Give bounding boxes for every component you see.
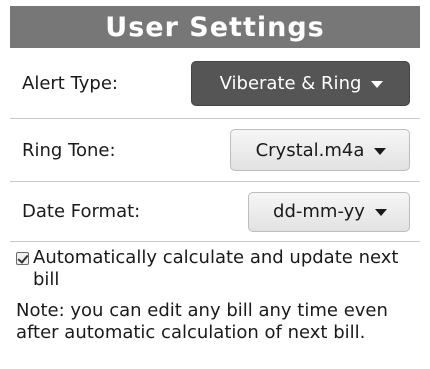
auto-calculate-label: Automatically calculate and update next …	[33, 247, 399, 290]
date-format-dropdown[interactable]: dd-mm-yy	[248, 191, 410, 232]
auto-calculate-checkbox[interactable]	[16, 252, 29, 265]
alert-type-dropdown[interactable]: Viberate & Ring	[191, 61, 410, 106]
alert-type-row: Alert Type: Viberate & Ring	[10, 49, 420, 118]
note-text: Note: you can edit any bill any time eve…	[16, 300, 388, 343]
ring-tone-dropdown[interactable]: Crystal.m4a	[230, 129, 410, 171]
date-format-label: Date Format:	[22, 201, 141, 222]
date-format-row: Date Format: dd-mm-yy	[10, 182, 420, 241]
date-format-value: dd-mm-yy	[273, 201, 365, 222]
page-title: User Settings	[105, 11, 325, 43]
alert-type-label: Alert Type:	[22, 73, 118, 94]
ring-tone-row: Ring Tone: Crystal.m4a	[10, 119, 420, 181]
user-settings-screen: User Settings Alert Type: Viberate & Rin…	[0, 0, 430, 369]
ring-tone-label: Ring Tone:	[22, 139, 116, 161]
title-bar: User Settings	[10, 6, 420, 48]
ring-tone-value: Crystal.m4a	[255, 139, 365, 161]
auto-calculate-checkbox-row[interactable]: Automatically calculate and update next …	[16, 247, 416, 291]
alert-type-value: Viberate & Ring	[219, 73, 362, 94]
chevron-down-icon	[374, 209, 387, 216]
chevron-down-icon	[371, 81, 384, 88]
chevron-down-icon	[374, 147, 387, 155]
divider	[10, 241, 420, 242]
